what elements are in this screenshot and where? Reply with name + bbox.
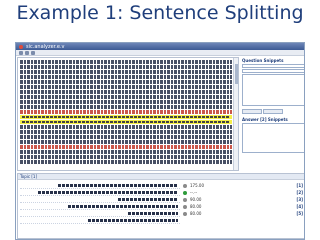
- sentence-item[interactable]: [20, 203, 180, 210]
- highlighted-sentence[interactable]: [20, 114, 232, 120]
- text-line-red: [20, 109, 232, 115]
- save-icon[interactable]: [25, 50, 29, 55]
- score-index: [2]: [296, 190, 303, 195]
- add-button[interactable]: [242, 109, 262, 114]
- score-value: 90.00: [190, 197, 202, 202]
- text-line: [20, 69, 232, 75]
- question-snippets-panel: Question Snippets Answer [2] Snippets: [242, 57, 304, 171]
- text-line: [20, 129, 232, 135]
- text-line-red: [20, 144, 232, 150]
- score-value: 80.00: [190, 204, 202, 209]
- text-line: [20, 154, 232, 159]
- snippet-select[interactable]: [242, 69, 304, 73]
- scroll-thumb[interactable]: [235, 64, 238, 84]
- score-index: [3]: [296, 197, 303, 202]
- snippet-list[interactable]: [242, 74, 304, 106]
- score-value: --.--: [190, 190, 198, 195]
- status-icon: [183, 190, 187, 195]
- slide-title: Example 1: Sentence Splitting: [16, 2, 304, 24]
- status-icon: [183, 183, 187, 188]
- text-line: [20, 104, 232, 110]
- answer-snippets-label: Answer [2] Snippets: [242, 117, 288, 122]
- sentence-list: [20, 182, 180, 224]
- text-line: [20, 139, 232, 145]
- answer-snippet-list[interactable]: [242, 123, 304, 153]
- close-icon[interactable]: [19, 44, 23, 49]
- text-line: [20, 60, 232, 65]
- score-row[interactable]: 80.00 [5]: [183, 210, 303, 217]
- score-index: [5]: [296, 211, 303, 216]
- sentence-list-panel: Topic [1] 175.00 [1] --.-- [2] 90.00 [3] 80…: [17, 173, 304, 239]
- sentence-item[interactable]: [20, 217, 180, 224]
- text-line: [20, 159, 232, 164]
- sentence-item[interactable]: [20, 196, 180, 203]
- score-value: 80.00: [190, 211, 202, 216]
- sentence-item[interactable]: [20, 210, 180, 217]
- status-icon: [183, 204, 187, 209]
- highlighted-sentence[interactable]: [20, 119, 232, 125]
- text-line: [20, 89, 232, 95]
- snippet-score-list: 175.00 [1] --.-- [2] 90.00 [3] 80.00 [4] 80.…: [183, 182, 303, 217]
- app-window: sic.analyzer.e.v Question Snippets Answe…: [15, 42, 305, 240]
- text-line: [20, 134, 232, 140]
- topic-header: Topic [1]: [18, 174, 304, 180]
- window-title: sic.analyzer.e.v: [26, 43, 65, 50]
- text-line: [20, 84, 232, 90]
- score-index: [1]: [296, 183, 303, 188]
- question-snippets-label: Question Snippets: [242, 58, 284, 63]
- arabic-text-lines: [20, 60, 232, 165]
- window-titlebar: sic.analyzer.e.v: [16, 43, 304, 50]
- text-line: [20, 124, 232, 130]
- text-line: [20, 94, 232, 100]
- score-row[interactable]: 90.00 [3]: [183, 196, 303, 203]
- status-icon: [183, 211, 187, 216]
- sentence-item[interactable]: [20, 182, 180, 189]
- text-line: [20, 74, 232, 80]
- text-scrollbar[interactable]: [233, 58, 238, 170]
- score-index: [4]: [296, 204, 303, 209]
- text-line: [20, 99, 232, 105]
- snippet-select[interactable]: [242, 64, 304, 68]
- text-line: [20, 64, 232, 70]
- text-line: [20, 149, 232, 155]
- toolbar: [16, 50, 304, 56]
- remove-button[interactable]: [263, 109, 283, 114]
- status-icon: [183, 197, 187, 202]
- score-value: 175.00: [190, 183, 204, 188]
- text-line: [20, 79, 232, 85]
- open-icon[interactable]: [19, 50, 23, 55]
- document-text-panel[interactable]: [17, 57, 239, 171]
- score-row[interactable]: 175.00 [1]: [183, 182, 303, 189]
- run-icon[interactable]: [31, 50, 35, 55]
- sentence-item[interactable]: [20, 189, 180, 196]
- score-row[interactable]: 80.00 [4]: [183, 203, 303, 210]
- score-row[interactable]: --.-- [2]: [183, 189, 303, 196]
